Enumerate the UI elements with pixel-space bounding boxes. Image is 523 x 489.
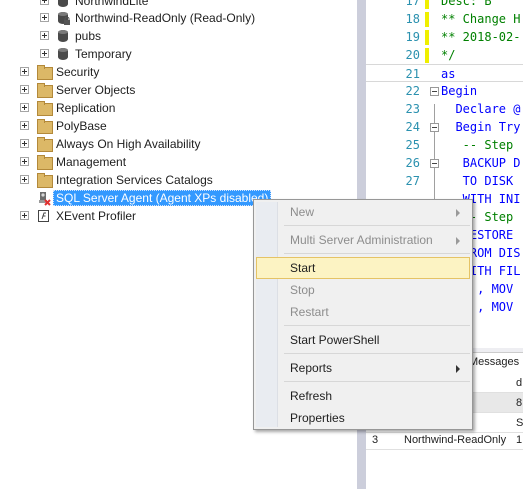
- menu-separator: [284, 253, 470, 254]
- lock-icon: [64, 17, 70, 25]
- code-line: 22 Begin: [405, 84, 478, 98]
- expand-icon[interactable]: [20, 67, 29, 76]
- code-line: 18 ** Change H: [405, 12, 521, 27]
- database-readonly-icon: [56, 11, 71, 25]
- submenu-arrow-icon: [456, 209, 460, 217]
- folder-icon: [37, 83, 53, 98]
- code-line: 27 TO DISK: [405, 174, 514, 188]
- folder-icon: [37, 173, 53, 188]
- tree-item-polybase[interactable]: PolyBase: [0, 117, 357, 135]
- folder-icon: [37, 137, 53, 152]
- expand-icon[interactable]: [20, 157, 29, 166]
- expand-icon[interactable]: [40, 49, 49, 58]
- xevent-profiler-icon: [37, 209, 52, 223]
- code-line-current: 21 as: [366, 64, 523, 82]
- menu-item-stop[interactable]: Stop: [256, 279, 470, 301]
- database-icon: [56, 47, 71, 61]
- expand-icon[interactable]: [20, 103, 29, 112]
- collapse-icon[interactable]: [430, 159, 439, 168]
- code-line: 24 Begin Try: [405, 120, 521, 134]
- expand-icon[interactable]: [20, 85, 29, 94]
- database-icon: [56, 0, 71, 8]
- menu-item-multi-server-administration[interactable]: Multi Server Administration: [256, 229, 470, 251]
- folder-icon: [37, 155, 53, 170]
- tree-item-northwind-readonly[interactable]: Northwind-ReadOnly (Read-Only): [0, 9, 357, 27]
- submenu-arrow-icon: [456, 365, 460, 373]
- tree-item-management[interactable]: Management: [0, 153, 357, 171]
- expand-icon[interactable]: [40, 31, 49, 40]
- menu-separator: [284, 225, 470, 226]
- code-line: 17 Desc: B: [366, 0, 523, 10]
- expand-icon[interactable]: [40, 0, 49, 5]
- tree-item-security[interactable]: Security: [0, 63, 357, 81]
- menu-item-start[interactable]: Start: [256, 257, 470, 279]
- code-line: 25 -- Step: [405, 138, 514, 152]
- expand-icon[interactable]: [20, 121, 29, 130]
- collapse-icon[interactable]: [430, 123, 439, 132]
- code-line: 19 ** 2018-02-: [405, 30, 521, 45]
- menu-item-start-powershell[interactable]: Start PowerShell: [256, 329, 470, 351]
- table-row[interactable]: 3 Northwind-ReadOnly 1: [366, 430, 523, 450]
- context-menu: New Multi Server Administration Start St…: [253, 199, 473, 430]
- database-icon: [56, 29, 71, 43]
- expand-icon[interactable]: [20, 175, 29, 184]
- menu-item-reports[interactable]: Reports: [256, 357, 470, 379]
- code-line: 20 */: [405, 48, 456, 63]
- menu-separator: [284, 381, 470, 382]
- tree-item-temporary[interactable]: Temporary: [0, 45, 357, 63]
- folder-icon: [37, 101, 53, 116]
- tree-item-integration-services[interactable]: Integration Services Catalogs: [0, 171, 357, 189]
- code-line: 23 Declare @: [405, 102, 521, 116]
- menu-separator: [284, 325, 470, 326]
- menu-item-refresh[interactable]: Refresh: [256, 385, 470, 407]
- sql-agent-disabled-icon: [37, 191, 52, 206]
- expand-icon[interactable]: [20, 211, 29, 220]
- tree-item-server-objects[interactable]: Server Objects: [0, 81, 357, 99]
- menu-separator: [284, 353, 470, 354]
- code-line: 26 BACKUP D: [405, 156, 521, 170]
- menu-item-restart[interactable]: Restart: [256, 301, 470, 323]
- collapse-icon[interactable]: [430, 87, 439, 96]
- folder-icon: [37, 119, 53, 134]
- tree-item-replication[interactable]: Replication: [0, 99, 357, 117]
- submenu-arrow-icon: [456, 237, 460, 245]
- folder-icon: [37, 65, 53, 80]
- expand-icon[interactable]: [40, 13, 49, 22]
- menu-item-properties[interactable]: Properties: [256, 407, 470, 429]
- expand-icon[interactable]: [20, 139, 29, 148]
- menu-item-new[interactable]: New: [256, 201, 470, 223]
- tree-item-pubs[interactable]: pubs: [0, 27, 357, 45]
- tree-item-always-on[interactable]: Always On High Availability: [0, 135, 357, 153]
